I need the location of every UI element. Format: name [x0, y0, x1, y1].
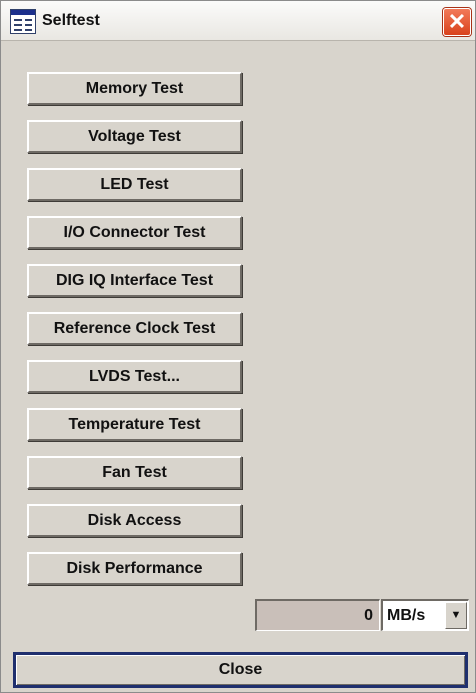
- fan-test-button[interactable]: Fan Test: [27, 456, 242, 489]
- led-test-button[interactable]: LED Test: [27, 168, 242, 201]
- rate-unit-select[interactable]: MB/s ▼: [381, 599, 469, 631]
- memory-test-button[interactable]: Memory Test: [27, 72, 242, 105]
- dig-iq-interface-test-button[interactable]: DIG IQ Interface Test: [27, 264, 242, 297]
- disk-access-button[interactable]: Disk Access: [27, 504, 242, 537]
- selftest-window: Selftest ✕ Memory Test Voltage Test LED …: [0, 0, 476, 693]
- lvds-test-button[interactable]: LVDS Test...: [27, 360, 242, 393]
- disk-performance-button[interactable]: Disk Performance: [27, 552, 242, 585]
- io-connector-test-button[interactable]: I/O Connector Test: [27, 216, 242, 249]
- reference-clock-test-button[interactable]: Reference Clock Test: [27, 312, 242, 345]
- window-app-icon: [10, 9, 36, 34]
- close-button[interactable]: Close: [13, 652, 468, 688]
- voltage-test-button[interactable]: Voltage Test: [27, 120, 242, 153]
- temperature-test-button[interactable]: Temperature Test: [27, 408, 242, 441]
- chevron-down-icon[interactable]: ▼: [445, 602, 467, 629]
- rate-unit-value: MB/s: [387, 607, 426, 624]
- disk-rate-value: 0: [255, 599, 380, 631]
- close-icon[interactable]: ✕: [443, 8, 471, 36]
- title-bar[interactable]: Selftest ✕: [1, 1, 475, 41]
- window-title: Selftest: [42, 12, 100, 29]
